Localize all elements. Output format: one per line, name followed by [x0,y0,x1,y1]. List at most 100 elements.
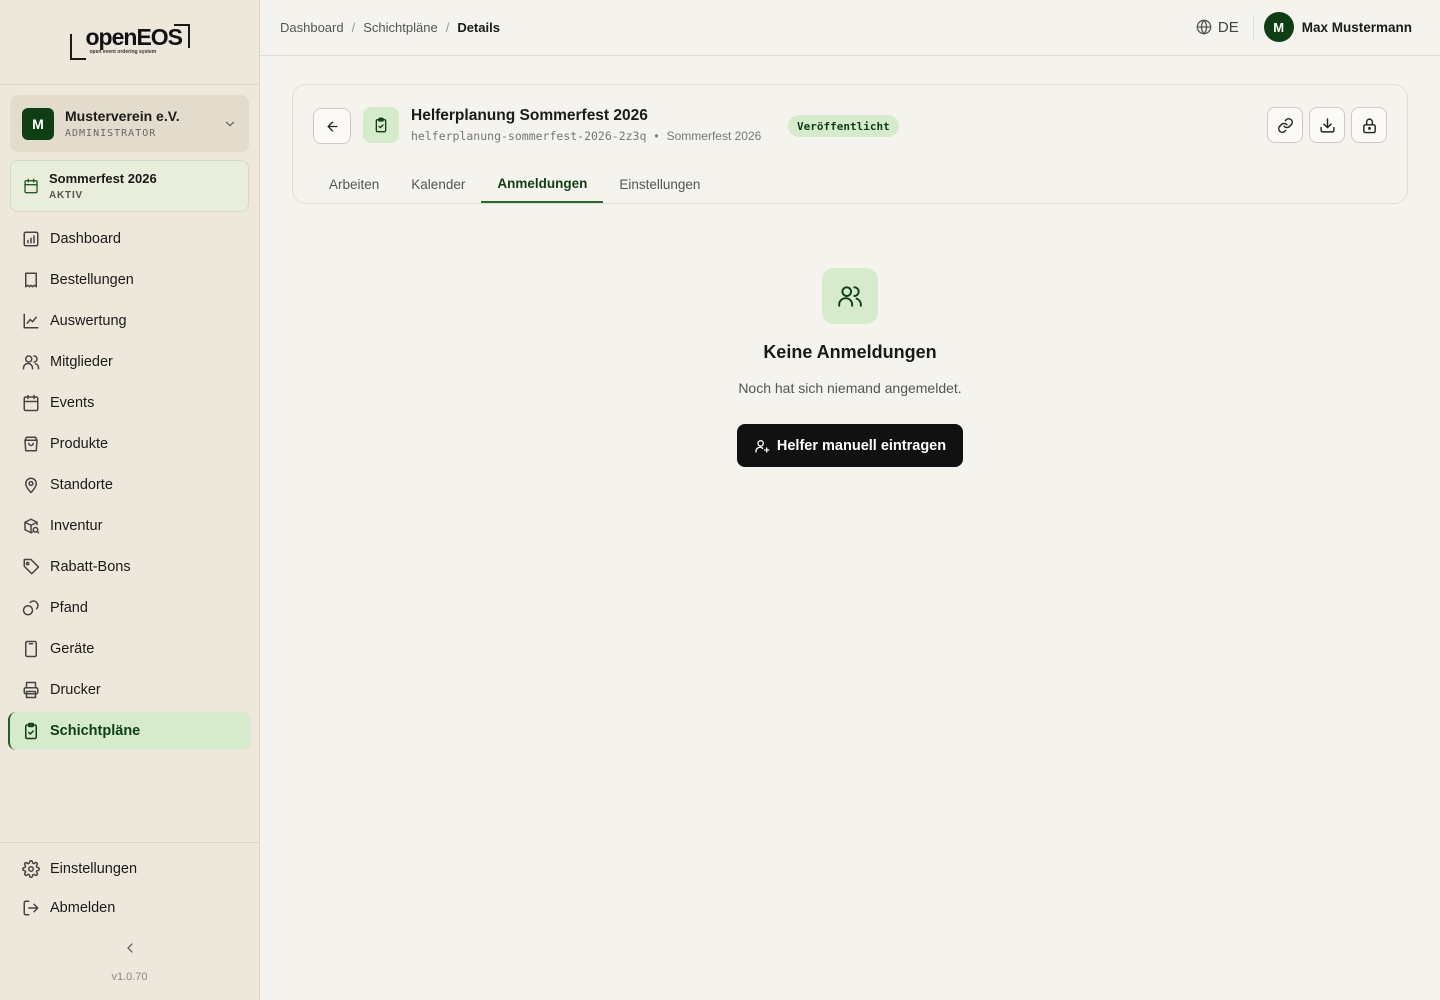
copy-link-button[interactable] [1267,107,1303,143]
back-button[interactable] [313,108,351,144]
sidebar-item-label: Pfand [50,600,88,616]
breadcrumb-current: Details [457,20,500,35]
active-event-card[interactable]: Sommerfest 2026 AKTIV [10,160,249,212]
organization-role: ADMINISTRATOR [65,128,157,139]
sidebar-item-standorte[interactable]: Standorte [8,466,251,504]
sidebar-item-pfand[interactable]: Pfand [8,589,251,627]
map-pin-icon [25,477,37,494]
sidebar-item-label: Rabatt-Bons [50,559,131,575]
sidebar-item-label: Inventur [50,518,103,534]
package-search-icon [24,518,40,534]
coins-icon [22,600,39,616]
sidebar-item-bestellungen[interactable]: Bestellungen [8,261,251,299]
organization-avatar: M [22,107,54,140]
sidebar-item-label: Dashboard [50,231,121,247]
sidebar-item-produkte[interactable]: Produkte [8,425,251,463]
sidebar-item-mitglieder[interactable]: Mitglieder [8,343,251,381]
sidebar-item-label: Schichtpläne [50,723,141,739]
logo-tagline: open event ordering system [89,49,157,55]
globe-icon [1196,19,1212,35]
calendar-icon [23,394,39,412]
collapse-sidebar-icon[interactable] [122,940,138,956]
logout-icon [23,900,39,916]
breadcrumb-separator: / [445,20,450,35]
arrow-left-icon [327,121,337,131]
subtitle-separator: • [654,129,659,143]
sidebar-item-label: Produkte [50,436,109,452]
download-button[interactable] [1309,107,1345,143]
sidebar-item-label: Geräte [50,641,95,657]
chart-line-icon [23,313,39,329]
shift-plan-header-card: Helferplanung Sommerfest 2026 helferplan… [292,84,1408,204]
tab-anmeldungen[interactable]: Anmeldungen [481,165,604,203]
logout-label: Abmelden [50,900,116,916]
organization-name: Musterverein e.V. [65,108,180,124]
shift-plan-icon-tile [363,107,399,143]
settings-label: Einstellungen [50,861,138,877]
empty-state-title: Keine Anmeldungen [763,342,937,362]
sidebar-item-label: Bestellungen [50,272,134,288]
sidebar-item-auswertung[interactable]: Auswertung [8,302,251,340]
plan-slug: helferplanung-sommerfest-2026-2z3q [411,129,647,143]
user-plus-icon [755,439,770,453]
dashboard-icon [23,231,39,247]
topbar: Dashboard / Schichtpläne / Details DE M … [260,0,1440,56]
chevron-down-icon [225,121,235,126]
sidebar-item-label: Drucker [50,682,101,698]
user-avatar[interactable]: M [1263,12,1294,42]
language-switcher[interactable]: DE [1196,19,1239,36]
plan-subtitle: helferplanung-sommerfest-2026-2z3q • Som… [411,129,761,143]
empty-state-icon-tile [822,268,878,324]
add-helper-manually-button[interactable]: Helfer manuell eintragen [737,424,963,467]
link-icon [1277,117,1293,133]
sidebar-item-drucker[interactable]: Drucker [8,671,251,709]
plan-event: Sommerfest 2026 [666,129,762,143]
sidebar-item-dashboard[interactable]: Dashboard [8,220,251,258]
app-version: v1.0.70 [111,971,148,983]
lock-open-icon [1362,117,1376,133]
printer-icon [23,681,39,699]
users-icon [838,286,862,307]
language-label: DE [1217,18,1239,36]
tab-einstellungen[interactable]: Einstellungen [603,165,716,203]
active-event-name: Sommerfest 2026 [49,171,157,186]
openeos-logo[interactable]: openEOS open event ordering system [69,22,190,62]
sidebar-item-settings[interactable]: Einstellungen [0,850,259,888]
breadcrumb: Dashboard / Schichtpläne / Details [280,20,500,35]
plan-tabs: Arbeiten Kalender Anmeldungen Einstellun… [313,165,716,203]
logo-area: openEOS open event ordering system [0,0,259,85]
sidebar-footer: Einstellungen Abmelden [0,842,259,928]
breadcrumb-dashboard[interactable]: Dashboard [280,20,344,35]
sidebar-item-inventur[interactable]: Inventur [8,507,251,545]
sidebar-item-label: Mitglieder [50,354,113,370]
organization-switcher[interactable]: M Musterverein e.V. ADMINISTRATOR [10,95,249,152]
sidebar-item-events[interactable]: Events [8,384,251,422]
logo-wordmark: openEOS [85,24,184,50]
add-helper-label: Helfer manuell eintragen [776,437,947,454]
users-icon [22,355,40,370]
tab-arbeiten[interactable]: Arbeiten [313,165,395,203]
sidebar-nav: Dashboard Bestellungen Auswertung Mitgli… [8,220,251,753]
user-name[interactable]: Max Mustermann [1302,20,1412,35]
tab-kalender[interactable]: Kalender [395,165,481,203]
sidebar-item-rabatt-bons[interactable]: Rabatt-Bons [8,548,251,586]
tag-icon [23,558,40,575]
empty-state-text: Noch hat sich niemand angemeldet. [738,380,962,396]
tablet-icon [25,640,37,658]
active-event-status: AKTIV [49,190,83,201]
page-title: Helferplanung Sommerfest 2026 [411,107,648,124]
calendar-icon [24,178,38,194]
clipboard-check-icon [25,722,37,740]
clipboard-check-icon [375,117,387,133]
breadcrumb-schichtplaene[interactable]: Schichtpläne [363,20,437,35]
lock-button[interactable] [1351,107,1387,143]
sidebar-item-label: Standorte [50,477,113,493]
receipt-icon [25,272,37,288]
sidebar-item-logout[interactable]: Abmelden [0,889,259,927]
breadcrumb-separator: / [351,20,356,35]
divider [1252,15,1254,39]
sidebar-item-label: Events [50,395,95,411]
sidebar-item-label: Auswertung [50,313,127,329]
sidebar-item-schichtplaene[interactable]: Schichtpläne [8,712,251,750]
sidebar-item-geraete[interactable]: Geräte [8,630,251,668]
